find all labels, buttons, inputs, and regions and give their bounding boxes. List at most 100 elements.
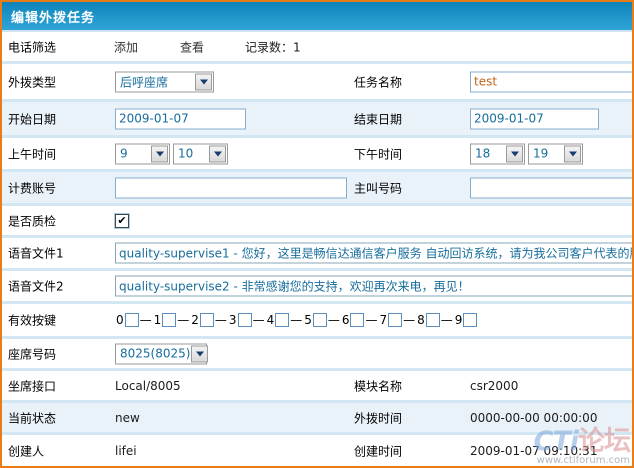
key-1-checkbox[interactable]	[162, 313, 176, 327]
quality-check-checkbox[interactable]	[115, 214, 129, 228]
dial-type-select[interactable]: 后呼座席	[115, 71, 214, 92]
voice-file1-input[interactable]	[115, 243, 634, 264]
key-digit-4: 4	[267, 313, 275, 327]
key-separator: —	[328, 313, 340, 327]
agent-number-value: 8025(8025)	[120, 347, 190, 361]
current-status-label: 当前状态	[8, 409, 56, 426]
dial-time-value: 0000-00-00 00:00:00	[470, 411, 597, 425]
key-0-checkbox[interactable]	[125, 313, 139, 327]
key-digit-9: 9	[455, 313, 463, 327]
dial-type-label: 外拨类型	[8, 73, 56, 90]
dial-type-value: 后呼座席	[120, 73, 168, 90]
billing-account-input[interactable]	[115, 177, 347, 198]
dial-time-label: 外拨时间	[354, 409, 402, 426]
voice-file2-label: 语音文件2	[8, 278, 64, 295]
row-dial-type: 外拨类型 后呼座席 任务名称	[2, 64, 632, 102]
key-separator: —	[215, 313, 227, 327]
chevron-down-icon	[209, 145, 226, 162]
key-separator: —	[290, 313, 302, 327]
pm-from-select[interactable]: 18	[470, 143, 525, 164]
row-dates: 开始日期 结束日期	[2, 102, 632, 138]
caller-number-input[interactable]	[470, 177, 634, 198]
voice-file2-input[interactable]	[115, 276, 634, 297]
am-time-label: 上午时间	[8, 145, 56, 162]
key-2-checkbox[interactable]	[200, 313, 214, 327]
chevron-down-icon	[191, 345, 208, 362]
key-8-checkbox[interactable]	[426, 313, 440, 327]
pm-from-value: 18	[475, 147, 490, 161]
key-digit-3: 3	[229, 313, 237, 327]
chevron-down-icon	[506, 145, 523, 162]
am-from-value: 9	[120, 147, 128, 161]
valid-keys-label: 有效按键	[8, 312, 56, 329]
billing-account-label: 计费账号	[8, 179, 56, 196]
key-separator: —	[253, 313, 265, 327]
key-digit-1: 1	[154, 313, 162, 327]
task-name-label: 任务名称	[354, 73, 402, 90]
row-phone-filter: 电话筛选 添加 查看 记录数：1	[2, 32, 632, 64]
record-count: 记录数：1	[245, 38, 301, 55]
key-9-checkbox[interactable]	[463, 313, 477, 327]
quality-check-label: 是否质检	[8, 212, 56, 229]
row-voice-file1: 语音文件1	[2, 238, 632, 271]
am-to-value: 10	[178, 147, 193, 161]
task-name-input[interactable]	[470, 71, 634, 92]
key-4-checkbox[interactable]	[275, 313, 289, 327]
create-time-label: 创建时间	[354, 442, 402, 459]
creator-label: 创建人	[8, 442, 44, 459]
row-status: 当前状态 new 外拨时间 0000-00-00 00:00:00	[2, 403, 632, 435]
start-date-label: 开始日期	[8, 110, 56, 127]
row-quality-check: 是否质检	[2, 206, 632, 238]
key-separator: —	[140, 313, 152, 327]
agent-number-label: 座席号码	[8, 345, 56, 362]
key-3-checkbox[interactable]	[238, 313, 252, 327]
key-6-checkbox[interactable]	[350, 313, 364, 327]
phone-filter-label: 电话筛选	[8, 38, 56, 55]
key-separator: —	[441, 313, 453, 327]
create-time-value: 2009-01-07 09:10:31	[470, 444, 597, 458]
key-7-checkbox[interactable]	[388, 313, 402, 327]
add-phone-link[interactable]: 添加	[114, 38, 138, 55]
agent-interface-value: Local/8005	[115, 379, 181, 393]
chevron-down-icon	[195, 73, 212, 90]
key-separator: —	[365, 313, 377, 327]
chevron-down-icon	[151, 145, 168, 162]
row-creator: 创建人 lifei 创建时间 2009-01-07 09:10:31	[2, 435, 632, 466]
key-separator: —	[177, 313, 189, 327]
module-name-value: csr2000	[470, 379, 518, 393]
view-phone-link[interactable]: 查看	[180, 38, 204, 55]
pm-to-value: 19	[533, 147, 548, 161]
key-5-checkbox[interactable]	[313, 313, 327, 327]
key-digit-6: 6	[342, 313, 350, 327]
row-billing: 计费账号 主叫号码	[2, 172, 632, 206]
page-title: 编辑外拨任务	[2, 2, 632, 32]
agent-interface-label: 坐席接口	[8, 377, 56, 394]
end-date-label: 结束日期	[354, 110, 402, 127]
edit-outbound-task-window: 编辑外拨任务 电话筛选 添加 查看 记录数：1 外拨类型 后呼座席 任务名称 开…	[0, 0, 634, 468]
row-agent-interface: 坐席接口 Local/8005 模块名称 csr2000	[2, 371, 632, 403]
caller-number-label: 主叫号码	[354, 179, 402, 196]
row-times: 上午时间 9 10 下午时间 18 19	[2, 138, 632, 172]
key-digit-5: 5	[304, 313, 312, 327]
key-digit-8: 8	[417, 313, 425, 327]
agent-number-select[interactable]: 8025(8025)	[115, 343, 207, 364]
key-digit-7: 7	[379, 313, 387, 327]
creator-value: lifei	[115, 444, 137, 458]
pm-to-select[interactable]: 19	[528, 143, 583, 164]
start-date-input[interactable]	[115, 108, 246, 129]
key-digit-0: 0	[116, 313, 124, 327]
current-status-value: new	[115, 411, 140, 425]
key-separator: —	[403, 313, 415, 327]
module-name-label: 模块名称	[354, 377, 402, 394]
page-title-text: 编辑外拨任务	[11, 7, 95, 26]
voice-file1-label: 语音文件1	[8, 245, 64, 262]
key-digit-2: 2	[191, 313, 199, 327]
valid-keys-row-content: 0—1—2—3—4—5—6—7—8—9	[115, 313, 477, 327]
end-date-input[interactable]	[470, 108, 599, 129]
row-voice-file2: 语音文件2	[2, 271, 632, 304]
am-from-select[interactable]: 9	[115, 143, 170, 164]
chevron-down-icon	[564, 145, 581, 162]
row-valid-keys: 有效按键 0—1—2—3—4—5—6—7—8—9	[2, 304, 632, 339]
am-to-select[interactable]: 10	[173, 143, 228, 164]
pm-time-label: 下午时间	[354, 145, 402, 162]
